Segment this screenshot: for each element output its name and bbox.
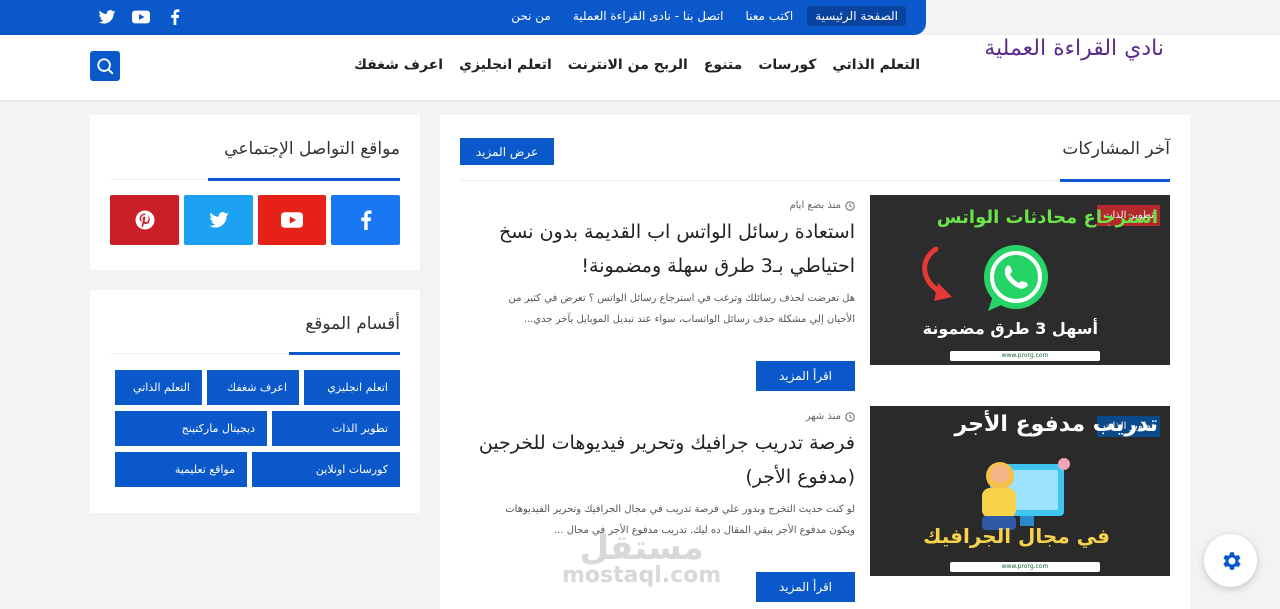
twitter-button[interactable]	[184, 195, 253, 245]
latest-posts-title: آخر المشاركات	[1062, 139, 1170, 159]
social-panel-title: مواقع التواصل الإجتماعي	[224, 139, 400, 159]
watermark: مستقل mostaql.com	[562, 528, 722, 588]
red-arrow-icon	[922, 246, 952, 301]
post-meta: منذ شهر	[806, 411, 855, 422]
top-social	[98, 9, 184, 25]
thumbnail-headline: تدريب مدفوع الأجر	[954, 412, 1158, 437]
category-online-courses[interactable]: كورسات اونلاين	[252, 452, 400, 487]
post-title[interactable]: فرصة تدريب جرافيك وتحرير فيديوهات للخرجي…	[455, 426, 855, 494]
top-nav-home[interactable]: الصفحة الرئيسية	[807, 6, 906, 26]
settings-button[interactable]	[1204, 534, 1257, 587]
youtube-button[interactable]	[258, 195, 326, 245]
facebook-icon[interactable]	[166, 9, 184, 25]
post-title[interactable]: استعادة رسائل الواتس اب القديمة بدون نسخ…	[455, 215, 855, 283]
thumbnail-footer: www.prorg.com	[950, 562, 1100, 572]
latest-posts-panel: آخر المشاركات عرض المزيد تطوير الذات است…	[440, 115, 1190, 609]
top-nav-about[interactable]: من نحن	[503, 6, 559, 26]
nav-misc[interactable]: متنوع	[704, 57, 742, 73]
pinterest-icon	[135, 210, 154, 230]
whatsapp-icon	[984, 245, 1048, 311]
social-panel: مواقع التواصل الإجتماعي	[90, 115, 420, 270]
post-excerpt: هل تعرضت لحذف رسائلك وترغب في استرجاع رس…	[508, 293, 855, 325]
categories-panel: أقسام الموقع اتعلم انجليزي اعرف شغفك الت…	[90, 290, 420, 513]
youtube-icon[interactable]	[132, 9, 150, 25]
site-header: نادي القراءة العملية التعلم الذاتي كورسا…	[0, 35, 1280, 100]
category-educational-sites[interactable]: مواقع تعليمية	[115, 452, 247, 487]
main-nav: التعلم الذاتي كورسات متنوع الربح من الان…	[354, 57, 920, 73]
nav-find-passion[interactable]: اعرف شغفك	[354, 57, 443, 73]
post-thumbnail[interactable]: تطوير الذات استرجاع محادثات الواتس أسهل …	[870, 195, 1170, 365]
post-body: منذ بضع ايام استعادة رسائل الواتس اب الق…	[460, 195, 855, 391]
watermark-url: mostaql.com	[562, 563, 722, 588]
nav-self-learning[interactable]: التعلم الذاتي	[832, 57, 920, 73]
thumbnail-subline: أسهل 3 طرق مضمونة	[922, 319, 1098, 338]
post-card: تطوير الذات استرجاع محادثات الواتس أسهل …	[460, 195, 1170, 391]
top-nav: الصفحة الرئيسية اكتب معنا اتصل بنا - ناد…	[503, 6, 906, 26]
post-time: منذ بضع ايام	[789, 200, 841, 211]
category-find-passion[interactable]: اعرف شغفك	[207, 370, 299, 405]
nav-earn-online[interactable]: الربح من الانترنت	[568, 57, 688, 73]
read-more-button[interactable]: اقرأ المزيد	[756, 572, 855, 602]
clock-icon	[845, 411, 855, 422]
search-button[interactable]	[90, 51, 120, 81]
site-title[interactable]: نادي القراءة العملية	[984, 35, 1164, 63]
watermark-logo-text: مستقل	[579, 528, 704, 568]
thumbnail-footer: www.prorg.com	[950, 351, 1100, 361]
nav-courses[interactable]: كورسات	[758, 57, 816, 73]
facebook-icon	[360, 210, 372, 230]
top-nav-write[interactable]: اكتب معنا	[737, 6, 801, 26]
top-bar: الصفحة الرئيسية اكتب معنا اتصل بنا - ناد…	[0, 0, 926, 35]
read-more-button[interactable]: اقرأ المزيد	[756, 361, 855, 391]
category-digital-marketing[interactable]: ديجيتال ماركتينج	[115, 411, 267, 446]
show-more-button[interactable]: عرض المزيد	[460, 138, 554, 165]
post-time: منذ شهر	[805, 411, 841, 422]
twitter-icon	[208, 212, 229, 228]
clock-icon	[845, 200, 855, 211]
post-thumbnail[interactable]: تطوير الذات تدريب مدفوع الأجر في مجال ال…	[870, 406, 1170, 576]
twitter-icon[interactable]	[98, 9, 116, 25]
facebook-button[interactable]	[331, 195, 400, 245]
post-meta: منذ بضع ايام	[789, 200, 855, 211]
categories-panel-title: أقسام الموقع	[305, 314, 400, 334]
title-underline	[208, 178, 400, 181]
title-underline	[289, 352, 400, 355]
title-underline	[1060, 179, 1170, 182]
designer-illustration	[982, 458, 1070, 530]
search-icon	[97, 58, 114, 75]
nav-learn-english[interactable]: اتعلم انجليزي	[459, 57, 552, 73]
category-self-learning[interactable]: التعلم الذاتي	[115, 370, 202, 405]
top-nav-contact[interactable]: اتصل بنا - نادى القراءة العملية	[565, 6, 732, 26]
pinterest-button[interactable]	[110, 195, 179, 245]
thumbnail-headline: استرجاع محادثات الواتس	[936, 207, 1158, 228]
gear-icon	[1222, 551, 1241, 570]
youtube-icon	[281, 212, 303, 228]
category-self-development[interactable]: تطوير الذات	[272, 411, 400, 446]
thumbnail-subline: في مجال الجرافيك	[923, 524, 1110, 548]
category-learn-english[interactable]: اتعلم انجليزي	[304, 370, 400, 405]
